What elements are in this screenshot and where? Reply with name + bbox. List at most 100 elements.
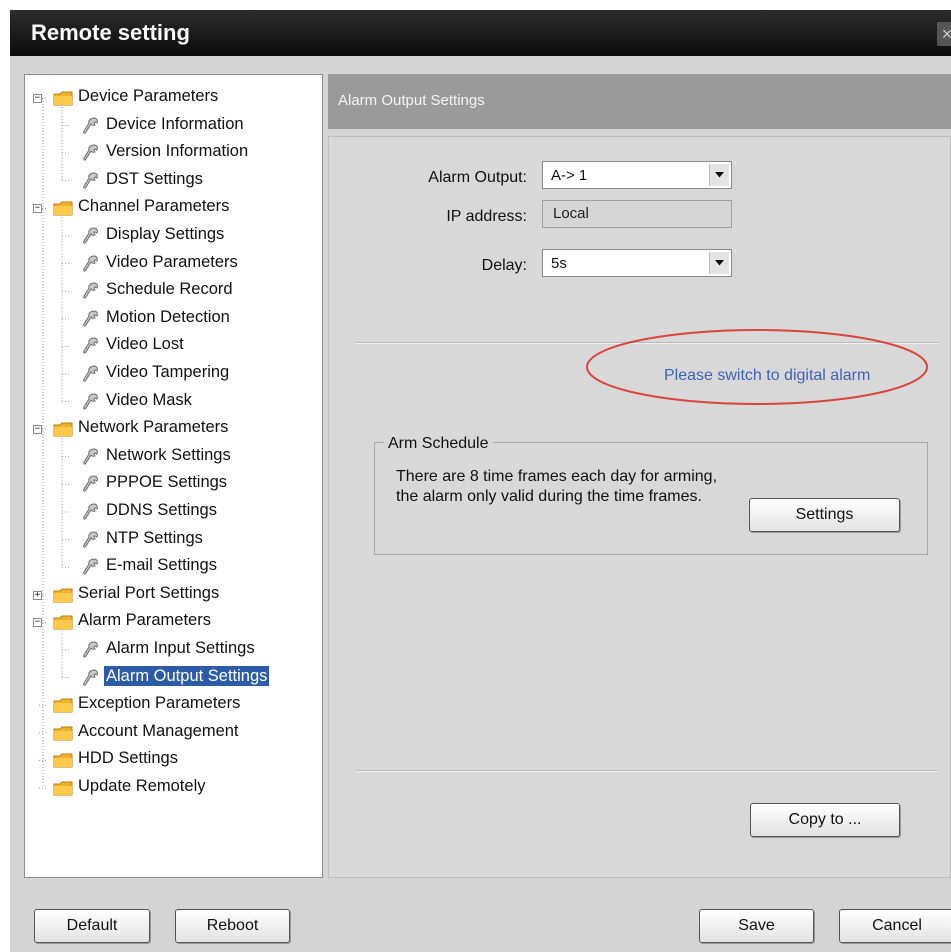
wrench-icon xyxy=(83,282,99,300)
tree-item[interactable]: DDNS Settings xyxy=(104,496,219,524)
tree-item-label: Network Settings xyxy=(106,445,231,464)
tree-item-label: Alarm Input Settings xyxy=(106,639,255,657)
tree-item[interactable]: Account Management xyxy=(76,717,241,745)
tree-item[interactable]: Device Information xyxy=(104,110,246,138)
tree-item[interactable]: Display Settings xyxy=(104,220,226,248)
tree-item-label: Schedule Record xyxy=(106,280,233,299)
settings-tree: − Device Parameters Device Information Vers… xyxy=(24,74,323,878)
tree-item-label: Video Mask xyxy=(106,390,192,409)
section-header: Alarm Output Settings xyxy=(328,74,951,129)
folder-icon xyxy=(53,698,73,713)
tree-item-label: Update Remotely xyxy=(78,777,206,795)
folder-icon xyxy=(53,91,73,106)
arm-schedule-description: There are 8 time frames each day for arm… xyxy=(396,468,718,505)
collapse-icon[interactable]: − xyxy=(33,94,42,103)
alarm-output-select[interactable]: A-> 1 xyxy=(542,161,732,189)
tree-item[interactable]: Network Settings xyxy=(104,441,233,469)
cancel-button[interactable]: Cancel xyxy=(839,909,951,943)
tree-item-label: NTP Settings xyxy=(106,528,203,547)
ip-address-field: Local xyxy=(542,200,732,228)
ip-address-value: Local xyxy=(553,205,589,222)
tree-item[interactable]: E-mail Settings xyxy=(104,551,219,579)
tree-item[interactable]: NTP Settings xyxy=(104,524,205,552)
tree-item[interactable]: Motion Detection xyxy=(104,303,232,331)
tree-item-label: E-mail Settings xyxy=(106,556,217,575)
divider xyxy=(356,770,938,772)
save-button[interactable]: Save xyxy=(699,909,814,943)
chevron-down-icon[interactable] xyxy=(709,252,729,274)
reboot-button[interactable]: Reboot xyxy=(175,909,290,943)
folder-icon xyxy=(53,753,73,768)
tree-item-label: Serial Port Settings xyxy=(78,583,220,602)
tree-item[interactable]: Schedule Record xyxy=(104,275,235,303)
tree-item[interactable]: Exception Parameters xyxy=(76,689,242,717)
wrench-icon xyxy=(83,393,99,411)
tree-item[interactable]: HDD Settings xyxy=(76,744,180,772)
wrench-icon xyxy=(83,310,99,328)
tree-item-label: Motion Detection xyxy=(106,307,230,326)
tree-item[interactable]: PPPOE Settings xyxy=(104,468,229,496)
tree-item-label: Account Management xyxy=(78,721,239,740)
tree-item-label: Alarm Parameters xyxy=(78,611,211,630)
tree-item[interactable]: DST Settings xyxy=(104,165,205,193)
tree-item[interactable]: Network Parameters xyxy=(76,413,230,441)
folder-icon xyxy=(53,726,73,741)
tree-item[interactable]: Video Tampering xyxy=(104,358,231,386)
tree-item-label: Video Lost xyxy=(106,335,184,354)
wrench-icon xyxy=(83,448,99,466)
wrench-icon xyxy=(83,558,99,576)
folder-icon xyxy=(53,615,73,630)
wrench-icon xyxy=(83,365,99,383)
collapse-icon[interactable]: − xyxy=(33,618,42,628)
alarm-output-label: Alarm Output: xyxy=(428,169,527,186)
tree-item[interactable]: Video Mask xyxy=(104,386,194,414)
folder-icon xyxy=(53,201,73,216)
wrench-icon xyxy=(83,255,99,273)
wrench-icon xyxy=(83,227,99,245)
tree-item-label: Video Tampering xyxy=(106,363,230,381)
delay-value: 5s xyxy=(551,255,567,272)
tree-item[interactable]: Video Lost xyxy=(104,330,186,358)
wrench-icon xyxy=(83,475,99,493)
default-button[interactable]: Default xyxy=(34,909,150,943)
wrench-icon xyxy=(83,503,99,521)
tree-item[interactable]: Alarm Parameters xyxy=(76,606,213,634)
tree-item[interactable]: Serial Port Settings xyxy=(76,579,221,607)
tree-item-label: Exception Parameters xyxy=(78,694,241,713)
expand-icon[interactable]: + xyxy=(33,590,42,600)
tree-item[interactable]: Alarm Output Settings xyxy=(104,662,270,690)
arm-schedule-title: Arm Schedule xyxy=(384,435,493,453)
tree-item-label: Network Parameters xyxy=(78,418,229,437)
delay-label: Delay: xyxy=(481,257,527,274)
tree-item[interactable]: Channel Parameters xyxy=(76,192,231,220)
tree-item-label: Device Parameters xyxy=(78,87,219,105)
tree-item[interactable]: Video Parameters xyxy=(104,248,240,276)
close-button[interactable]: × xyxy=(937,22,951,46)
wrench-icon xyxy=(83,337,99,355)
collapse-icon[interactable]: − xyxy=(33,425,42,435)
copy-to-button[interactable]: Copy to ... xyxy=(750,803,900,837)
tree-item[interactable]: Alarm Input Settings xyxy=(104,634,257,662)
wrench-icon xyxy=(83,117,99,135)
collapse-icon[interactable]: − xyxy=(33,204,42,214)
tree-item[interactable]: Update Remotely xyxy=(76,772,207,800)
delay-select[interactable]: 5s xyxy=(542,249,732,277)
section-header-title: Alarm Output Settings xyxy=(338,92,485,109)
tree-item[interactable]: Version Information xyxy=(104,137,250,165)
folder-icon xyxy=(53,422,73,437)
wrench-icon xyxy=(83,144,99,162)
tree-item-label: Video Parameters xyxy=(106,252,238,271)
tree-item-label: PPPOE Settings xyxy=(106,473,228,492)
wrench-icon xyxy=(83,669,99,687)
tree-item-label: DDNS Settings xyxy=(106,501,217,519)
tree-item-label: Device Information xyxy=(106,114,244,133)
digital-alarm-note: Please switch to digital alarm xyxy=(664,367,871,384)
tree-item-label: Alarm Output Settings xyxy=(104,665,270,686)
settings-button[interactable]: Settings xyxy=(749,498,900,532)
window-title: Remote setting xyxy=(31,20,190,45)
tree-item[interactable]: Device Parameters xyxy=(76,82,220,110)
tree-item-label: Version Information xyxy=(106,142,249,161)
remote-setting-dialog: Remote setting × − Device Parameters Devic… xyxy=(10,10,951,952)
alarm-output-value: A-> 1 xyxy=(551,167,588,184)
chevron-down-icon[interactable] xyxy=(709,164,729,186)
